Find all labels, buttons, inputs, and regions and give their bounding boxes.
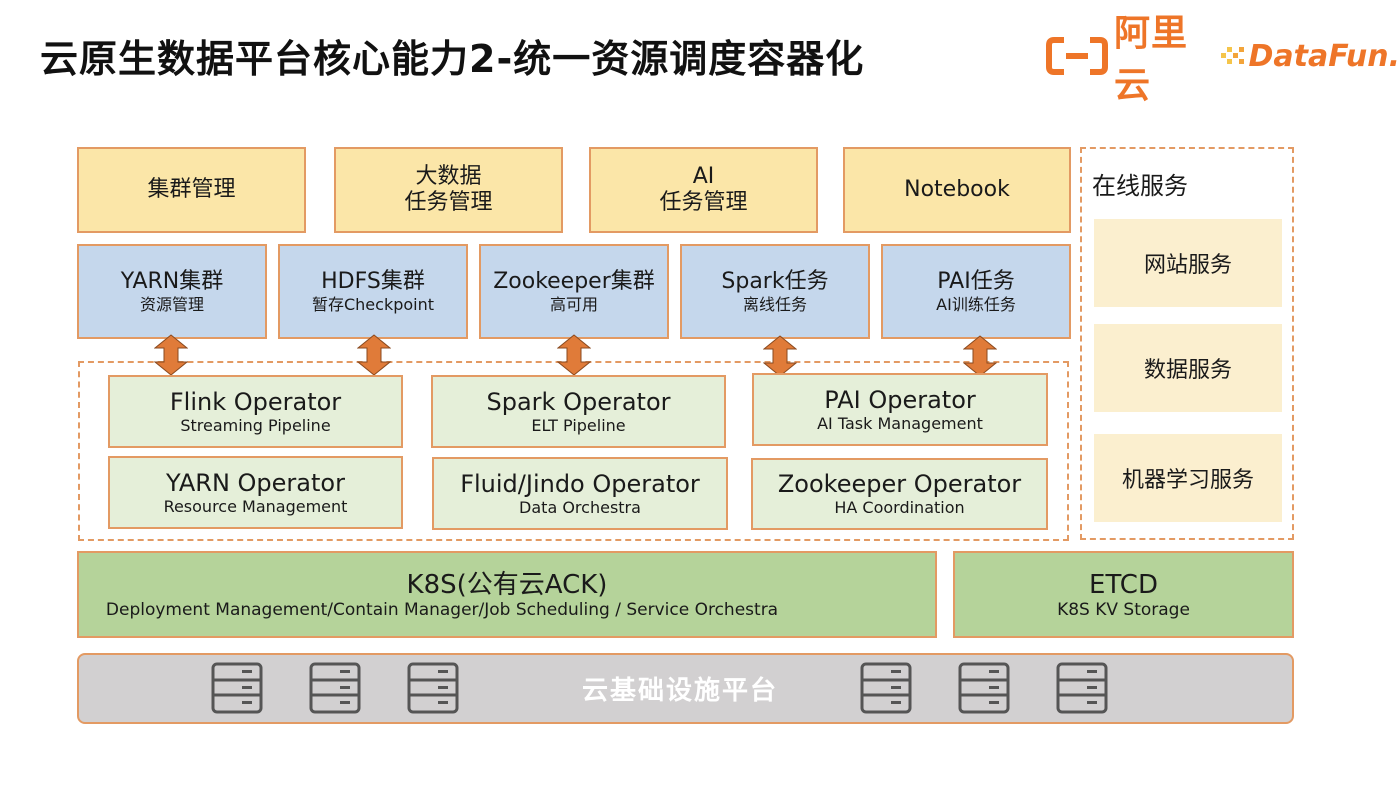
k8s-box: K8S(公有云ACK) Deployment Management/Contai… bbox=[77, 551, 937, 638]
management-box-line1: 集群管理 bbox=[147, 177, 236, 202]
service-item-website: 网站服务 bbox=[1094, 219, 1282, 307]
service-item-data: 数据服务 bbox=[1094, 324, 1282, 412]
online-services-title: 在线服务 bbox=[1092, 172, 1188, 200]
service-item-ml: 机器学习服务 bbox=[1094, 434, 1282, 522]
operator-title: PAI Operator bbox=[824, 385, 976, 414]
operator-title: Fluid/Jindo Operator bbox=[460, 469, 700, 498]
cluster-box-subtitle: 资源管理 bbox=[139, 294, 204, 314]
etcd-subtitle: K8S KV Storage bbox=[1057, 599, 1190, 620]
cluster-box-hdfs: HDFS集群 暂存Checkpoint bbox=[278, 244, 468, 339]
double-arrow-icon bbox=[763, 335, 797, 377]
logo-group: 阿里云 DataFun. bbox=[1046, 13, 1400, 106]
datafun-dots-icon bbox=[1219, 41, 1249, 71]
management-box-notebook: Notebook bbox=[843, 147, 1071, 233]
operator-subtitle: Data Orchestra bbox=[519, 497, 641, 517]
operator-subtitle: AI Task Management bbox=[817, 413, 983, 433]
infrastructure-label: 云基础设施平台 bbox=[582, 676, 779, 706]
cluster-box-yarn: YARN集群 资源管理 bbox=[77, 244, 267, 339]
operator-subtitle: Resource Management bbox=[163, 496, 348, 516]
operator-box-spark: Spark Operator ELT Pipeline bbox=[431, 375, 726, 448]
operator-title: YARN Operator bbox=[166, 468, 345, 497]
cluster-box-title: HDFS集群 bbox=[321, 268, 425, 294]
operator-box-zookeeper: Zookeeper Operator HA Coordination bbox=[751, 458, 1048, 530]
operator-subtitle: ELT Pipeline bbox=[531, 415, 626, 435]
management-box-cluster: 集群管理 bbox=[77, 147, 306, 233]
cluster-box-zookeeper: Zookeeper集群 高可用 bbox=[479, 244, 669, 339]
etcd-title: ETCD bbox=[1089, 569, 1158, 600]
operator-box-yarn: YARN Operator Resource Management bbox=[108, 456, 403, 529]
management-box-line1: 大数据 bbox=[415, 164, 482, 189]
management-box-line2: 任务管理 bbox=[659, 190, 748, 215]
datafun-logo: DataFun. bbox=[1219, 39, 1400, 74]
cluster-box-spark: Spark任务 离线任务 bbox=[680, 244, 870, 339]
double-arrow-icon bbox=[357, 334, 391, 376]
server-icon bbox=[407, 662, 459, 714]
operator-box-pai: PAI Operator AI Task Management bbox=[752, 373, 1048, 446]
server-icon bbox=[1056, 662, 1108, 714]
datafun-logo-text: DataFun. bbox=[1248, 38, 1400, 74]
server-icon bbox=[958, 662, 1010, 714]
operator-box-fluid-jindo: Fluid/Jindo Operator Data Orchestra bbox=[432, 457, 728, 530]
operator-title: Zookeeper Operator bbox=[777, 470, 1022, 498]
double-arrow-icon bbox=[963, 335, 997, 377]
management-box-bigdata: 大数据 任务管理 bbox=[334, 147, 563, 233]
k8s-subtitle: Deployment Management/Contain Manager/Jo… bbox=[105, 599, 779, 620]
cluster-box-subtitle: AI训练任务 bbox=[936, 294, 1016, 314]
k8s-title: K8S(公有云ACK) bbox=[406, 569, 608, 600]
cluster-box-subtitle: 暂存Checkpoint bbox=[311, 294, 435, 314]
aliyun-logo-icon bbox=[1046, 36, 1108, 76]
aliyun-logo-text: 阿里云 bbox=[1114, 13, 1189, 106]
server-icon bbox=[309, 662, 361, 714]
cluster-box-subtitle: 离线任务 bbox=[742, 294, 807, 314]
operator-title: Spark Operator bbox=[486, 387, 671, 416]
cluster-box-title: Zookeeper集群 bbox=[493, 268, 655, 294]
cluster-box-pai: PAI任务 AI训练任务 bbox=[881, 244, 1071, 339]
etcd-box: ETCD K8S KV Storage bbox=[953, 551, 1294, 638]
operator-box-flink: Flink Operator Streaming Pipeline bbox=[108, 375, 403, 448]
operator-title: Flink Operator bbox=[169, 387, 342, 416]
operator-subtitle: HA Coordination bbox=[834, 498, 965, 517]
double-arrow-icon bbox=[557, 334, 591, 376]
cluster-box-title: Spark任务 bbox=[721, 268, 829, 294]
double-arrow-icon bbox=[154, 334, 188, 376]
management-box-line2: 任务管理 bbox=[404, 190, 493, 215]
cluster-box-subtitle: 高可用 bbox=[549, 294, 598, 314]
cluster-box-title: YARN集群 bbox=[120, 268, 224, 294]
server-icon bbox=[860, 662, 912, 714]
management-box-line1: AI bbox=[692, 164, 715, 189]
management-box-line1: Notebook bbox=[904, 177, 1010, 202]
operator-subtitle: Streaming Pipeline bbox=[180, 415, 331, 435]
server-icon bbox=[211, 662, 263, 714]
cluster-box-title: PAI任务 bbox=[937, 268, 1015, 294]
page-title: 云原生数据平台核心能力2-统一资源调度容器化 bbox=[40, 37, 865, 81]
management-box-ai: AI 任务管理 bbox=[589, 147, 818, 233]
